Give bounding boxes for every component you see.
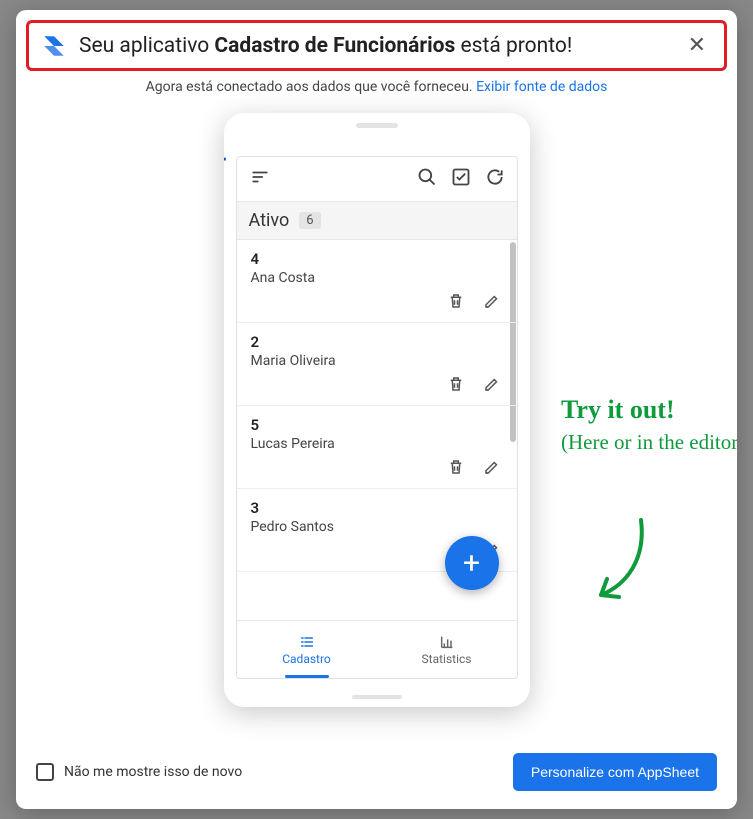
row-name: Maria Oliveira — [251, 353, 503, 369]
phone-preview: + Ativo — [224, 113, 530, 707]
group-header[interactable]: Ativo 6 — [237, 201, 517, 240]
row-id: 5 — [251, 416, 503, 434]
tab-label: Statistics — [422, 652, 472, 666]
callout-line1: Try it out! — [561, 395, 737, 425]
edit-icon[interactable] — [483, 375, 501, 397]
row-id: 3 — [251, 499, 503, 517]
app-frame: Ativo 6 4 Ana Costa 2 — [236, 156, 518, 679]
row-name: Pedro Santos — [251, 519, 503, 535]
banner-subtext: Agora está conectado aos dados que você … — [16, 79, 737, 95]
list-item[interactable]: 4 Ana Costa — [237, 240, 517, 323]
list-item[interactable]: 5 Lucas Pereira — [237, 406, 517, 489]
add-fab-button[interactable]: + — [445, 536, 499, 590]
sort-icon[interactable] — [249, 168, 271, 190]
banner-prefix: Seu aplicativo — [79, 34, 214, 58]
select-icon[interactable] — [451, 167, 471, 191]
list-item[interactable]: 2 Maria Oliveira — [237, 323, 517, 406]
arrow-icon — [586, 515, 666, 615]
row-name: Lucas Pereira — [251, 436, 503, 452]
row-id: 2 — [251, 333, 503, 351]
tab-cadastro[interactable]: Cadastro — [237, 621, 377, 678]
phone-handle — [352, 695, 402, 699]
onboarding-modal: Seu aplicativo Cadastro de Funcionários … — [16, 10, 737, 809]
ready-banner: Seu aplicativo Cadastro de Funcionários … — [26, 20, 727, 71]
try-callout: Try it out! (Here or in the editor) — [561, 395, 737, 456]
appsheet-logo-icon — [41, 33, 67, 59]
callout-line2: (Here or in the editor) — [561, 429, 737, 456]
app-toolbar — [237, 157, 517, 201]
chart-icon — [437, 634, 457, 650]
dont-show-group: Não me mostre isso de novo — [36, 763, 242, 781]
banner-title: Seu aplicativo Cadastro de Funcionários … — [79, 34, 670, 58]
refresh-icon[interactable] — [485, 167, 505, 191]
plus-marker-icon: + — [224, 147, 227, 171]
phone-stage: + Ativo — [16, 95, 737, 739]
edit-icon[interactable] — [483, 458, 501, 480]
edit-icon[interactable] — [483, 292, 501, 314]
customize-button[interactable]: Personalize com AppSheet — [513, 753, 717, 791]
close-icon[interactable]: ✕ — [682, 31, 712, 60]
group-label: Ativo — [249, 210, 290, 231]
bottom-nav: Cadastro Statistics — [237, 620, 517, 678]
subtext-text: Agora está conectado aos dados que você … — [146, 79, 476, 95]
delete-icon[interactable] — [447, 458, 465, 480]
tab-statistics[interactable]: Statistics — [377, 621, 517, 678]
list-icon — [297, 634, 317, 650]
phone-speaker — [356, 123, 398, 128]
data-source-link[interactable]: Exibir fonte de dados — [476, 79, 607, 95]
modal-footer: Não me mostre isso de novo Personalize c… — [16, 739, 737, 809]
dont-show-checkbox[interactable] — [36, 763, 54, 781]
delete-icon[interactable] — [447, 292, 465, 314]
banner-appname: Cadastro de Funcionários — [214, 34, 455, 58]
tab-label: Cadastro — [282, 652, 331, 666]
row-name: Ana Costa — [251, 270, 503, 286]
dont-show-label: Não me mostre isso de novo — [64, 764, 242, 780]
group-count: 6 — [299, 212, 320, 229]
search-icon[interactable] — [417, 167, 437, 191]
banner-suffix: está pronto! — [455, 34, 572, 58]
delete-icon[interactable] — [447, 375, 465, 397]
row-id: 4 — [251, 250, 503, 268]
